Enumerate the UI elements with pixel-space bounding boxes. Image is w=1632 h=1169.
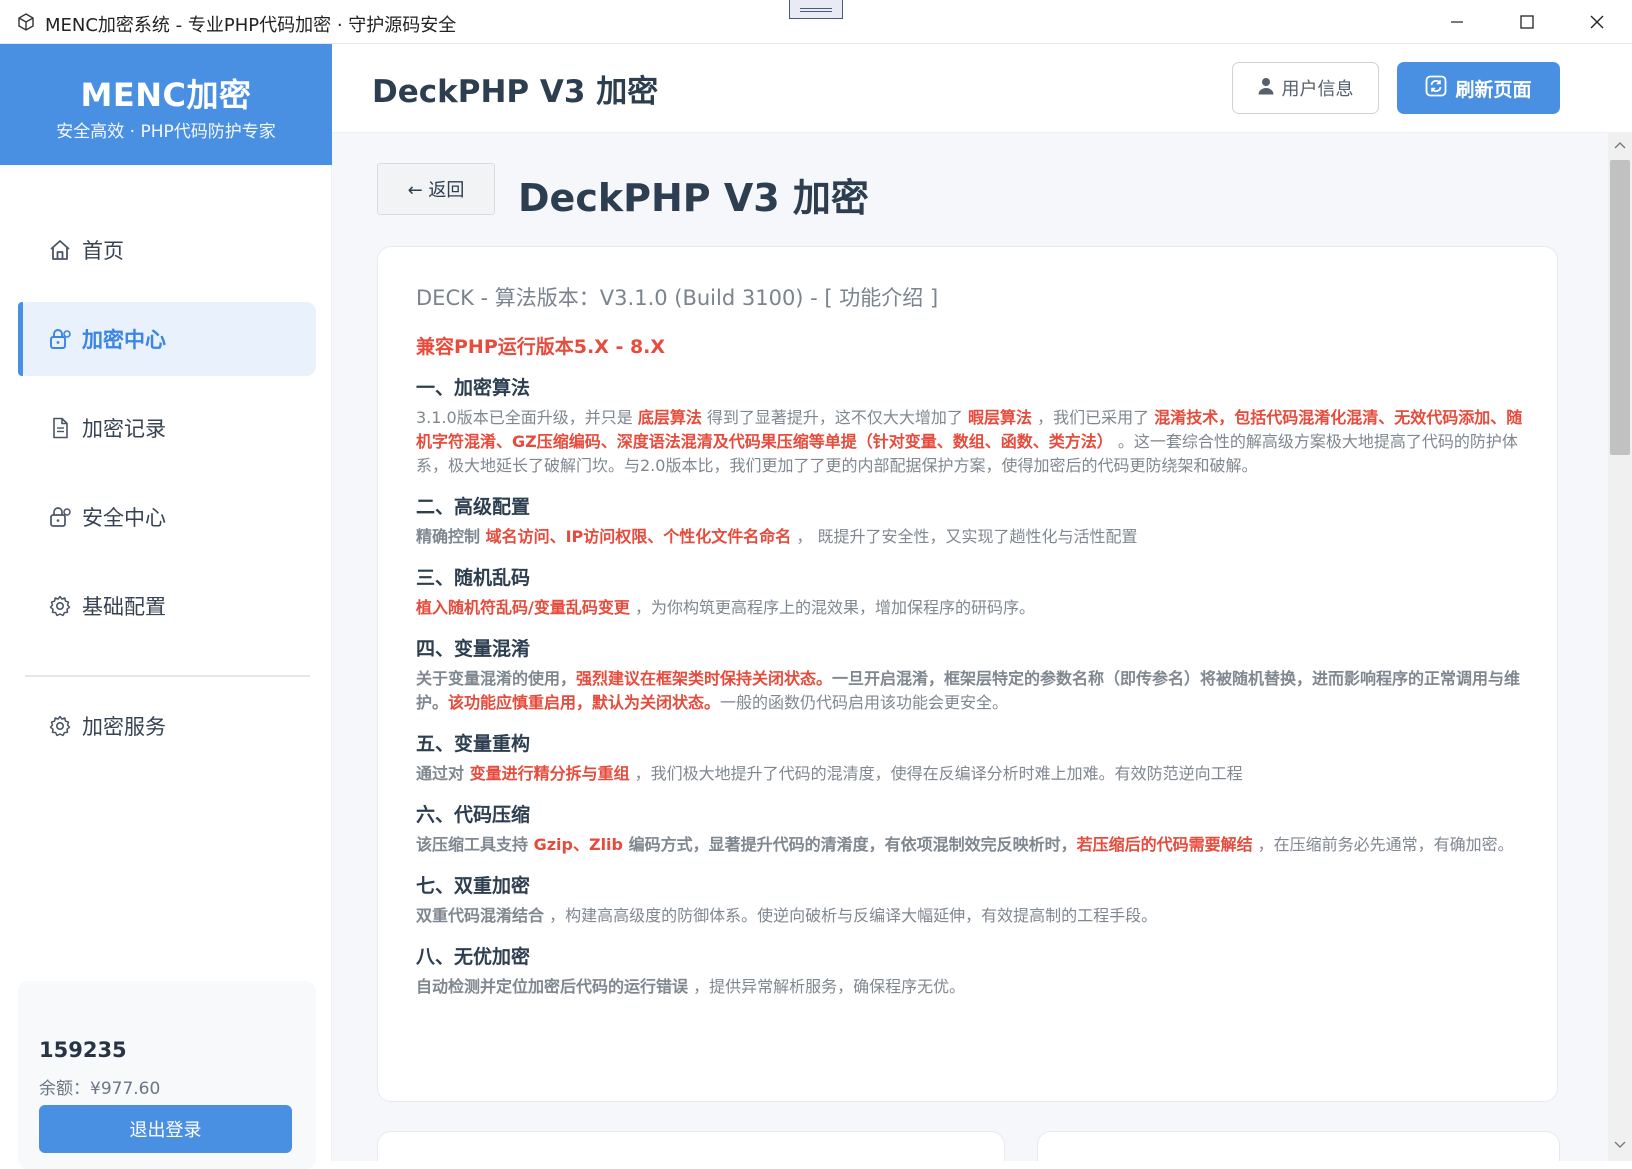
minimize-icon [1451,21,1463,23]
drag-handle[interactable] [789,0,843,19]
main-header: DeckPHP V3 加密 用户信息 刷新页面 [332,44,1632,133]
sidebar-item-label: 安全中心 [82,506,166,530]
page-title: DeckPHP V3 加密 [372,74,659,110]
content-area: ← 返回 DeckPHP V3 加密 DECK - 算法版本：V3.1.0 (B… [332,133,1608,1161]
chevron-up-icon [1614,142,1626,149]
document-icon [48,416,72,440]
refresh-label: 刷新页面 [1455,78,1532,101]
sidebar-item-home[interactable]: 首页 [18,213,316,287]
home-icon [48,238,72,262]
sidebar-item-encrypt-service[interactable]: 加密服务 [18,689,316,763]
section-body: 精确控制 域名访问、IP访问权限、个性化文件名命名 ， 既提升了安全性，又实现了… [416,527,1138,546]
vertical-scrollbar[interactable] [1608,133,1632,1161]
section-title: 二、高级配置 [416,496,531,518]
brand-name: MENC加密 [80,76,252,114]
back-button[interactable]: ← 返回 [377,163,495,215]
secondary-card [1037,1131,1560,1161]
maximize-button[interactable] [1507,4,1547,40]
close-icon [1590,15,1604,29]
content-title: DeckPHP V3 加密 [518,176,869,220]
section-title: 四、变量混淆 [416,638,531,660]
scroll-up-button[interactable] [1608,133,1632,157]
section-title: 五、变量重构 [416,733,531,755]
scroll-thumb[interactable] [1610,160,1630,455]
refresh-button[interactable]: 刷新页面 [1397,62,1560,114]
refresh-icon [1425,75,1447,102]
cube-icon [16,12,36,32]
sidebar-item-basic-config[interactable]: 基础配置 [18,569,316,643]
chevron-down-icon [1614,1141,1626,1148]
section-title: 三、随机乱码 [416,567,531,589]
lock-icon [48,327,72,351]
sidebar-item-label: 加密中心 [82,328,166,352]
user-icon [1258,77,1274,100]
sidebar: MENC加密 安全高效 · PHP代码防护专家 首页 加密中心 加密记录 安全中… [0,44,332,1169]
close-button[interactable] [1577,4,1617,40]
sidebar-item-label: 首页 [82,239,124,263]
section-title: 七、双重加密 [416,875,531,897]
section-title: 六、代码压缩 [416,804,531,826]
section-body: 该压缩工具支持 Gzip、Zlib 编码方式，显著提升代码的清淆度，有依项混制效… [416,835,1514,854]
feature-card: DECK - 算法版本：V3.1.0 (Build 3100) - [ 功能介绍… [377,246,1558,1102]
brand-slogan: 安全高效 · PHP代码防护专家 [56,122,276,142]
sidebar-item-label: 加密服务 [82,715,166,739]
version-line: DECK - 算法版本：V3.1.0 (Build 3100) - [ 功能介绍… [416,286,939,310]
user-balance: 余额：¥977.60 [39,1079,161,1099]
sidebar-item-label: 加密记录 [82,417,166,441]
gear-icon [48,594,72,618]
user-info-button[interactable]: 用户信息 [1232,62,1379,114]
minimize-button[interactable] [1437,4,1477,40]
sidebar-item-encrypt-center[interactable]: 加密中心 [18,302,316,376]
logout-button[interactable]: 退出登录 [39,1105,292,1153]
gear-icon [48,714,72,738]
section-title: 八、无优加密 [416,946,531,968]
maximize-icon [1520,15,1534,29]
window-title: MENC加密系统 - 专业PHP代码加密 · 守护源码安全 [45,15,457,36]
sidebar-item-security[interactable]: 安全中心 [18,480,316,554]
section-body: 植入随机符乱码/变量乱码变更 ，为你构筑更高程序上的混效果，增加保程序的研码序。 [416,598,1035,617]
section-body: 3.1.0版本已全面升级，并只是 底层算法 得到了显著提升，这不仅大大增加了 暇… [416,408,1523,475]
section-body: 通过对 变量进行精分拆与重组 ，我们极大地提升了代码的混清度，使得在反编译分析时… [416,764,1243,783]
brand-header: MENC加密 安全高效 · PHP代码防护专家 [0,44,332,165]
user-id: 159235 [39,1038,127,1062]
sidebar-item-records[interactable]: 加密记录 [18,391,316,465]
scroll-down-button[interactable] [1608,1133,1632,1157]
sidebar-divider [25,675,310,677]
window-titlebar[interactable]: MENC加密系统 - 专业PHP代码加密 · 守护源码安全 [0,0,1632,44]
section-body: 双重代码混淆结合 ，构建高高级度的防御体系。使逆向破析与反编译大幅延伸，有效提高… [416,906,1158,925]
user-info-label: 用户信息 [1281,79,1354,100]
lock-icon [48,505,72,529]
sidebar-item-label: 基础配置 [82,595,166,619]
compat-line: 兼容PHP运行版本5.X - 8.X [416,336,666,358]
section-title: 一、加密算法 [416,377,531,399]
secondary-card [377,1131,1005,1161]
section-body: 关于变量混淆的使用，强烈建议在框架类时保持关闭状态。一旦开启混淆，框架层特定的参… [416,669,1521,712]
user-card: 159235 余额：¥977.60 退出登录 [18,981,316,1169]
section-body: 自动检测并定位加密后代码的运行错误 ，提供异常解析服务，确保程序无优。 [416,977,966,996]
